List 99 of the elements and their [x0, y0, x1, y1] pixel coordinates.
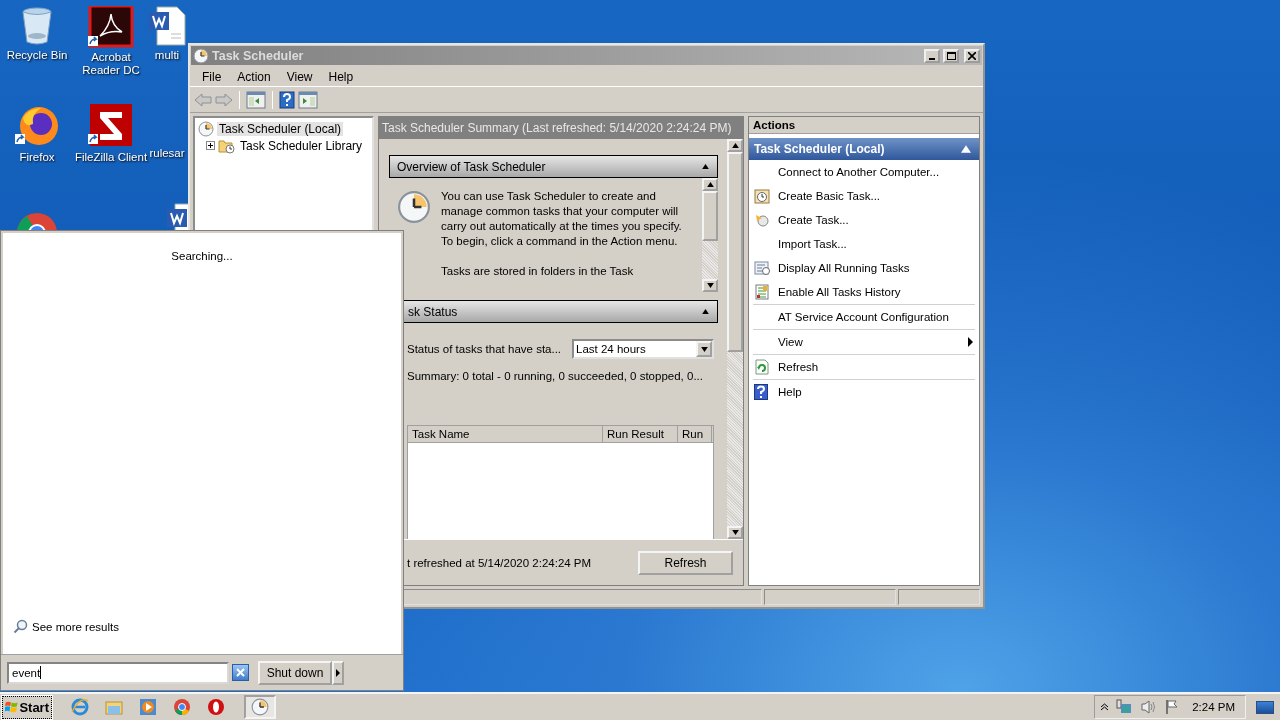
maximize-icon: [946, 51, 956, 60]
up-icon: [731, 143, 739, 148]
network-icon[interactable]: [1115, 699, 1133, 715]
task-command[interactable]: Create Basic Task...: [749, 184, 979, 208]
refresh-button[interactable]: Refresh: [638, 550, 733, 575]
task-command[interactable]: Import Task...: [749, 232, 979, 256]
section-title: sk Status: [408, 304, 459, 319]
desktop-icon-label[interactable]: FileZilla Client: [74, 151, 148, 164]
menu-item[interactable]: View: [278, 70, 321, 84]
overview-paragraph: Tasks are stored in folders in the Task: [441, 264, 635, 279]
column-header[interactable]: Run Result: [603, 426, 678, 442]
column-header[interactable]: Task Name: [408, 426, 603, 442]
start-button[interactable]: Start: [2, 695, 52, 719]
help-icon: [754, 384, 768, 400]
down-icon: [731, 530, 739, 535]
minimize-icon: [929, 57, 935, 60]
pdf-reader-icon: [88, 6, 134, 48]
caret-icon: [700, 346, 708, 352]
scroll-up-button[interactable]: [702, 178, 718, 191]
scrollbar[interactable]: [702, 178, 718, 292]
action-group-header[interactable]: Task Scheduler (Local): [749, 138, 979, 160]
speaker-icon[interactable]: [1140, 699, 1158, 715]
dropdown-button[interactable]: [696, 341, 712, 357]
clear-search-button[interactable]: [232, 664, 249, 681]
filezilla-icon: [88, 104, 134, 148]
task-command[interactable]: Create Task...: [749, 208, 979, 232]
task-command[interactable]: Connect to Another Computer...: [749, 160, 979, 184]
scroll-down-button[interactable]: [727, 526, 743, 539]
windows-flag-icon: [5, 699, 19, 715]
chrome-icon[interactable]: [173, 698, 191, 716]
window-title: Task Scheduler: [212, 48, 305, 63]
history-list-icon: [754, 284, 770, 300]
task-command[interactable]: Enable All Tasks History: [749, 280, 979, 304]
taskbar-button[interactable]: [244, 695, 276, 719]
refresh-icon: [754, 359, 770, 375]
desktop-icon-label[interactable]: rulesar: [149, 147, 185, 160]
menu-item[interactable]: Help: [320, 70, 362, 84]
minimize-button[interactable]: [924, 48, 940, 63]
clock-icon: [754, 212, 770, 228]
close-button[interactable]: [964, 48, 980, 63]
help-icon[interactable]: [279, 90, 295, 109]
task-command[interactable]: Help: [749, 380, 979, 404]
search-field[interactable]: event: [7, 661, 229, 684]
task-command[interactable]: Refresh: [749, 355, 979, 379]
search-icon: [13, 619, 28, 634]
see-more-results-link[interactable]: See more results: [13, 619, 119, 634]
clock-time[interactable]: 2:24 PM: [1192, 701, 1235, 713]
see-more-results-text[interactable]: See more results: [32, 620, 119, 633]
down-icon: [706, 283, 714, 288]
firefox-icon: [15, 104, 59, 148]
task-command[interactable]: View: [749, 330, 979, 354]
submenu-arrow-icon: [968, 337, 973, 347]
desktop-icon-label[interactable]: Acrobat Reader DC: [74, 51, 148, 77]
section-title: Overview of Task Scheduler: [397, 159, 547, 174]
task-command[interactable]: AT Service Account Configuration: [749, 305, 979, 329]
menu-item[interactable]: Action: [229, 70, 279, 84]
action-group-title: Task Scheduler (Local): [754, 142, 886, 156]
overview-paragraph: You can use Task Scheduler to create and manage common tasks that your computer will carry out automatically at the times you specify. To begin, click a command in the Action menu.: [441, 189, 683, 249]
media-player-icon[interactable]: [139, 698, 157, 716]
up-icon: [706, 182, 714, 187]
task-list-icon: [754, 260, 770, 276]
shut-down-options-button[interactable]: [332, 660, 344, 685]
maximize-button[interactable]: [943, 48, 959, 63]
period-dropdown[interactable]: Last 24 hours: [572, 339, 714, 359]
app-clock-icon: [193, 47, 209, 64]
show-desktop-button[interactable]: [1256, 700, 1274, 714]
actions-title: Actions: [749, 117, 979, 134]
tree-item[interactable]: Task Scheduler Library: [238, 138, 365, 153]
scroll-down-button[interactable]: [702, 279, 718, 292]
clock-icon: [198, 120, 214, 137]
filter-label: Status of tasks that have sta...: [407, 343, 563, 355]
chevron-up-icon[interactable]: [1101, 703, 1108, 711]
console-tree-icon[interactable]: [246, 90, 266, 109]
scrollbar[interactable]: [727, 139, 743, 539]
task-command[interactable]: Display All Running Tasks: [749, 256, 979, 280]
status-summary: Summary: 0 total - 0 running, 0 succeeded, 0 stopped, 0...: [407, 370, 704, 382]
folder-clock-icon: [218, 137, 235, 154]
caret-icon: [336, 668, 340, 677]
calendar-clock-icon: [754, 188, 770, 204]
document-icon: [147, 6, 187, 46]
opera-icon[interactable]: [207, 698, 225, 716]
searching-text: Searching...: [171, 250, 233, 262]
tree-item[interactable]: Task Scheduler (Local): [217, 121, 344, 136]
close-icon: [236, 668, 245, 677]
desktop-icon-label[interactable]: Recycle Bin: [6, 49, 68, 62]
clock-icon: [397, 190, 431, 224]
action-pane-icon[interactable]: [298, 90, 318, 109]
clock-icon: [251, 698, 269, 716]
desktop-icon-label[interactable]: Firefox: [19, 151, 55, 164]
summary-header: Task Scheduler Summary (Last refreshed: 5/14/2020 2:24:24 PM): [379, 117, 743, 139]
expand-icon[interactable]: [206, 141, 215, 150]
scroll-up-button[interactable]: [727, 139, 743, 152]
menu-item[interactable]: File: [194, 70, 230, 84]
column-header[interactable]: Run: [678, 426, 712, 442]
shut-down-button[interactable]: Shut down: [258, 660, 332, 685]
desktop-icon-label[interactable]: multi: [154, 49, 180, 62]
last-refreshed-text: t refreshed at 5/14/2020 2:24:24 PM: [407, 556, 593, 569]
close-icon: [968, 51, 976, 60]
section-header[interactable]: Overview of Task Scheduler: [389, 155, 718, 178]
